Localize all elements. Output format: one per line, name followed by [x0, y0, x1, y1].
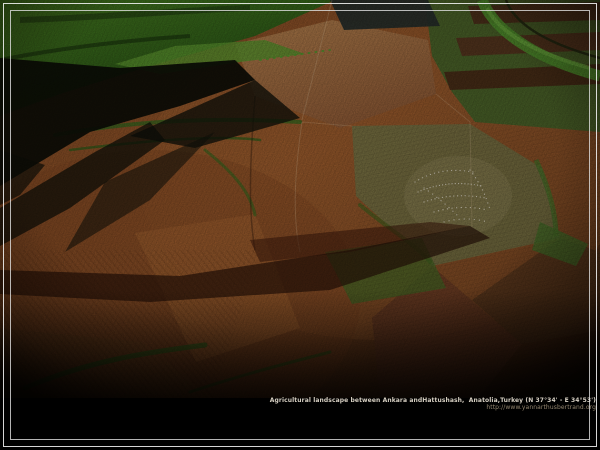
photo-caption: Agricultural landscape between Ankara an… — [270, 397, 596, 411]
caption-url: http://www.yannarthusbertrand.org — [270, 404, 596, 411]
caption-text: Agricultural landscape between Ankara an… — [270, 397, 596, 404]
aerial-photo — [0, 0, 600, 398]
field-patchwork — [0, 0, 600, 398]
photo-frame: Agricultural landscape between Ankara an… — [0, 0, 600, 450]
